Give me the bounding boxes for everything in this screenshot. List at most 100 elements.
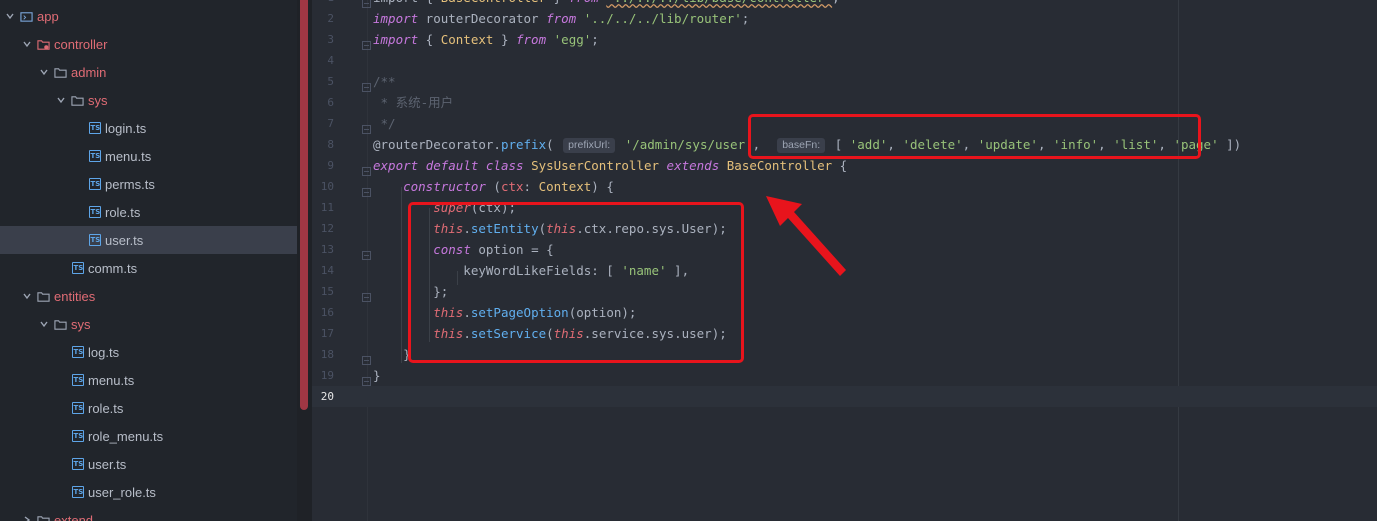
line-number: 1	[312, 0, 334, 8]
tree-folder-row[interactable]: app	[0, 2, 297, 30]
fold-marker-icon[interactable]	[362, 245, 371, 260]
annotation-box-decorator	[748, 114, 1201, 159]
code-text: constructor (ctx: Context) {	[373, 176, 614, 197]
code-text: /**	[373, 71, 396, 92]
folder-icon	[54, 318, 67, 331]
chevron-down-icon[interactable]	[21, 38, 33, 50]
chevron-down-icon[interactable]	[38, 318, 50, 330]
typescript-file-icon: TS	[71, 486, 84, 498]
tree-file-row[interactable]: TS user_role.ts	[0, 478, 297, 506]
code-token: {	[832, 158, 848, 173]
chevron-right-icon[interactable]	[21, 514, 33, 521]
line-number: 8	[327, 138, 334, 151]
tree-item-label: controller	[54, 36, 108, 52]
typescript-file-icon: TS	[71, 346, 84, 358]
tree-item-label: role_menu.ts	[88, 428, 164, 444]
code-token: BaseController	[441, 0, 546, 5]
tree-file-row[interactable]: TS role.ts	[0, 198, 297, 226]
code-line[interactable]: 4	[312, 50, 1377, 71]
tree-folder-row[interactable]: sys	[0, 86, 297, 114]
tree-file-row[interactable]: TS role_menu.ts	[0, 422, 297, 450]
typescript-file-icon: TS	[88, 178, 101, 190]
fold-marker-icon[interactable]	[362, 350, 371, 365]
typescript-file-icon: TS	[71, 262, 84, 274]
code-token: ;	[591, 32, 599, 47]
chevron-down-icon[interactable]	[4, 10, 16, 22]
code-line[interactable]: 6 * 系统-用户	[312, 92, 1377, 113]
tree-item-label: user.ts	[88, 456, 127, 472]
fold-marker-icon[interactable]	[362, 35, 371, 50]
code-token: export	[373, 158, 419, 173]
chevron-down-icon[interactable]	[55, 94, 67, 106]
tree-item-label: menu.ts	[105, 148, 152, 164]
code-line[interactable]: 2 import routerDecorator from '../../../l…	[312, 8, 1377, 29]
code-token: * 系统-用户	[373, 95, 454, 110]
tree-file-row[interactable]: TS menu.ts	[0, 142, 297, 170]
fold-marker-icon[interactable]	[362, 77, 371, 92]
tree-item-label: app	[37, 8, 59, 24]
code-token: }	[373, 368, 381, 383]
tree-folder-row[interactable]: entities	[0, 282, 297, 310]
tree-file-row[interactable]: TS role.ts	[0, 394, 297, 422]
code-token: '../../../lib/base/controller'	[606, 0, 832, 5]
tree-file-row[interactable]: TS menu.ts	[0, 366, 297, 394]
line-number: 17	[320, 327, 334, 340]
tree-item-label: menu.ts	[88, 372, 135, 388]
tree-file-row[interactable]: TS log.ts	[0, 338, 297, 366]
tree-item-label: extend	[54, 512, 94, 521]
code-token: from	[516, 32, 547, 47]
code-line[interactable]: 3 import { Context } from 'egg';	[312, 29, 1377, 50]
code-token: '/admin/sys/user'	[624, 137, 753, 152]
fold-marker-icon[interactable]	[362, 119, 371, 134]
code-token: routerDecorator	[418, 11, 547, 26]
line-number: 5	[327, 75, 334, 88]
annotation-box-constructor-body	[408, 202, 744, 363]
tree-folder-row[interactable]: controller	[0, 30, 297, 58]
code-line[interactable]: 5 /**	[312, 71, 1377, 92]
fold-marker-icon[interactable]	[362, 182, 371, 197]
tree-folder-row[interactable]: sys	[0, 310, 297, 338]
code-line[interactable]: 19}	[312, 365, 1377, 386]
fold-marker-icon[interactable]	[362, 287, 371, 302]
line-number: 19	[320, 369, 334, 382]
fold-marker-icon[interactable]	[362, 161, 371, 176]
code-token: import {	[373, 0, 441, 5]
code-token: Context	[440, 32, 494, 47]
code-token: }	[493, 32, 516, 47]
code-token: SysUserController	[531, 158, 660, 173]
chevron-down-icon[interactable]	[21, 290, 33, 302]
fold-marker-icon[interactable]	[362, 371, 371, 386]
code-line[interactable]: 20	[312, 386, 1377, 407]
tree-item-label: user_role.ts	[88, 484, 156, 500]
tree-item-label: log.ts	[88, 344, 120, 360]
code-token: (	[546, 137, 562, 152]
tree-folder-row[interactable]: admin	[0, 58, 297, 86]
tree-item-label: comm.ts	[88, 260, 138, 276]
line-number: 3	[327, 33, 334, 46]
tree-item-label: user.ts	[105, 232, 144, 248]
tree-file-row[interactable]: TS user.ts	[0, 226, 297, 254]
tree-file-row[interactable]: TS perms.ts	[0, 170, 297, 198]
tree-file-row[interactable]: TS user.ts	[0, 450, 297, 478]
code-text: * 系统-用户	[373, 92, 454, 113]
code-token: @routerDecorator.	[373, 137, 501, 152]
code-text: */	[373, 113, 396, 134]
typescript-file-icon: TS	[88, 122, 101, 134]
code-token: '../../../lib/router'	[583, 11, 742, 26]
sidebar-scrollbar-thumb[interactable]	[300, 0, 308, 410]
controller-folder-icon	[37, 38, 50, 51]
code-token: 'egg'	[553, 32, 592, 47]
tree-file-row[interactable]: TS login.ts	[0, 114, 297, 142]
fold-marker-icon[interactable]	[362, 0, 371, 8]
line-number: 12	[320, 222, 334, 235]
folder-icon	[54, 66, 67, 79]
typescript-file-icon: TS	[88, 206, 101, 218]
tree-folder-row[interactable]: extend	[0, 506, 297, 521]
code-line[interactable]: 1 import { BaseController } from '../../.…	[312, 0, 1377, 8]
chevron-down-icon[interactable]	[38, 66, 50, 78]
tree-file-row[interactable]: TS comm.ts	[0, 254, 297, 282]
code-token: ])	[1218, 137, 1242, 152]
